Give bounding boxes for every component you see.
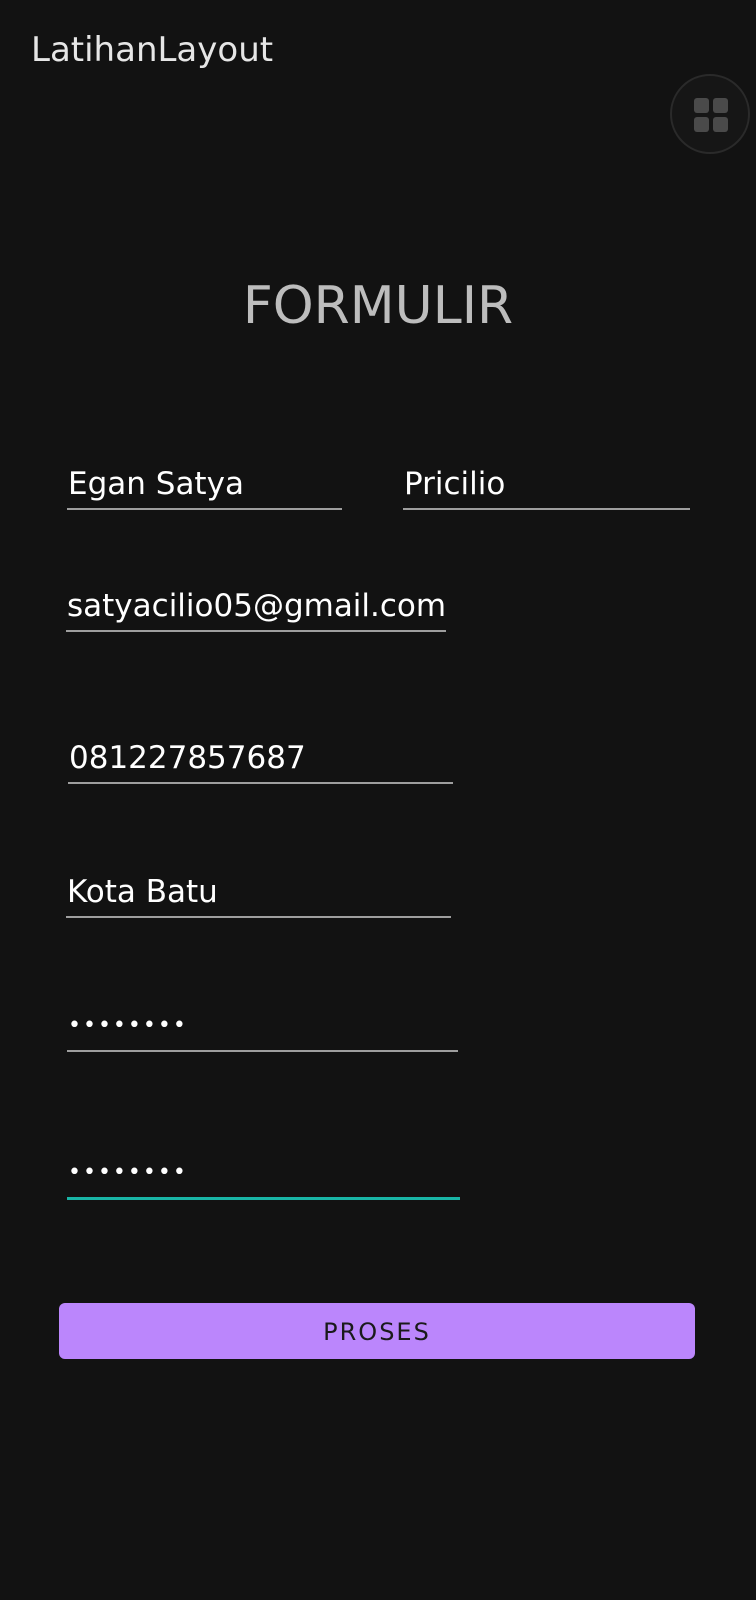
phone-field[interactable]: 081227857687 <box>68 736 453 784</box>
phone-value: 081227857687 <box>69 740 306 776</box>
first-name-value: Egan Satya <box>68 466 244 502</box>
grid-icon-cell <box>713 117 728 132</box>
confirm-password-mask: •••••••• <box>68 1160 188 1185</box>
page-title: FORMULIR <box>242 276 514 336</box>
password-field[interactable]: •••••••• <box>67 1004 458 1052</box>
grid-icon <box>694 98 709 113</box>
last-name-field[interactable]: Pricilio <box>403 462 690 510</box>
city-field[interactable]: Kota Batu <box>66 870 451 918</box>
grid-icon-cell <box>694 117 709 132</box>
proses-button[interactable]: PROSES <box>59 1303 695 1359</box>
email-value: satyacilio05@gmail.com <box>67 588 447 624</box>
floating-menu-button[interactable] <box>670 74 750 154</box>
first-name-field[interactable]: Egan Satya <box>67 462 342 510</box>
city-value: Kota Batu <box>67 874 218 910</box>
email-field[interactable]: satyacilio05@gmail.com <box>66 584 446 632</box>
grid-icon-cell <box>713 98 728 113</box>
app-title: LatihanLayout <box>31 30 274 70</box>
last-name-value: Pricilio <box>404 466 506 502</box>
password-mask: •••••••• <box>68 1013 188 1038</box>
confirm-password-field[interactable]: •••••••• <box>67 1152 460 1200</box>
